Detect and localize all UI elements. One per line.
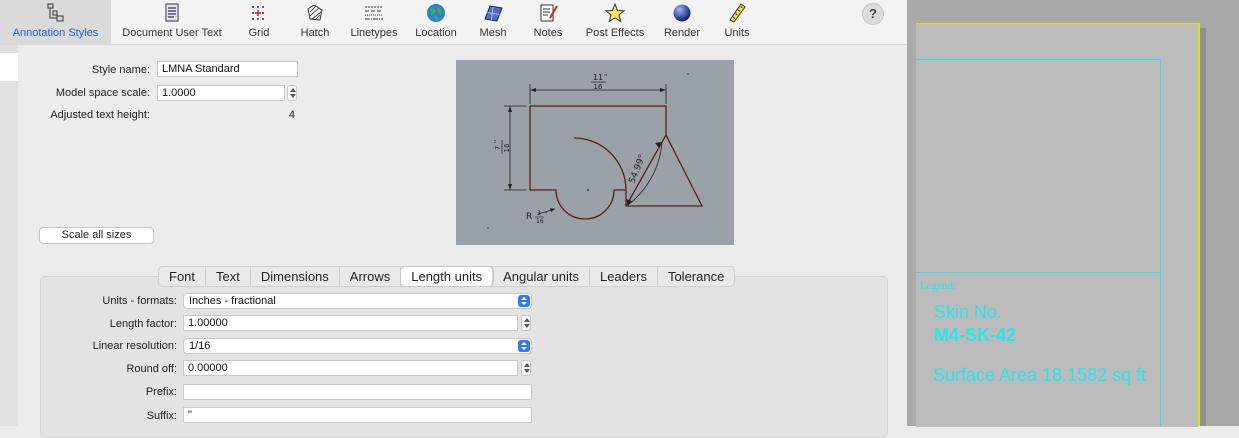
prefix-label: Prefix: bbox=[145, 386, 177, 398]
adjusted-text-height-value: 4 bbox=[288, 109, 295, 121]
preview-drawing: 11 " 16 7 " 16 54.99° R 3 16 " bbox=[487, 73, 704, 229]
skin-value: M4-SK-42 bbox=[934, 325, 1017, 345]
units-formats-value: Inches - fractional bbox=[189, 295, 276, 307]
toolbar-label: Notes bbox=[533, 27, 563, 39]
render-sphere-icon bbox=[673, 4, 691, 22]
preview-radius-den: 16 bbox=[536, 218, 544, 225]
surface-area-text: Surface Area 18.1582 sq ft bbox=[933, 365, 1147, 385]
scale-all-sizes-button[interactable]: Scale all sizes bbox=[39, 227, 154, 244]
document-user-text-icon bbox=[165, 3, 179, 22]
suffix-label: Suffix: bbox=[146, 410, 177, 422]
help-button[interactable]: ? bbox=[862, 3, 884, 25]
toolbar-location[interactable]: Location bbox=[410, 0, 462, 44]
round-off-input[interactable]: 0.00000 bbox=[183, 360, 518, 376]
suffix-input[interactable]: " bbox=[183, 407, 532, 423]
select-arrows-icon bbox=[518, 340, 530, 352]
linear-resolution-label: Linear resolution: bbox=[92, 340, 177, 352]
length-factor-input[interactable]: 1.00000 bbox=[183, 315, 518, 331]
adjusted-text-height-label: Adjusted text height: bbox=[50, 109, 150, 121]
select-arrows-icon bbox=[518, 295, 530, 307]
toolbar-annotation-styles[interactable]: Annotation Styles bbox=[0, 0, 111, 44]
toolbar-render[interactable]: Render bbox=[658, 0, 706, 44]
toolbar-label: Hatch bbox=[300, 27, 330, 39]
toolbar-label: Post Effects bbox=[585, 27, 645, 39]
tab-text[interactable]: Text bbox=[206, 267, 251, 286]
toolbar: Annotation Styles Document User Text Gri… bbox=[0, 0, 907, 45]
hatch-icon bbox=[307, 4, 323, 21]
preview-angle-label: 54.99° bbox=[628, 153, 649, 185]
legend-border bbox=[916, 272, 1161, 273]
detail-border-right bbox=[1160, 59, 1161, 426]
length-factor-stepper[interactable] bbox=[521, 315, 531, 331]
units-formats-select[interactable]: Inches - fractional bbox=[183, 293, 532, 309]
tab-leaders[interactable]: Leaders bbox=[590, 267, 658, 286]
toolbar-label: Document User Text bbox=[122, 27, 222, 39]
legend-label: Legend: bbox=[920, 280, 957, 292]
tab-dimensions[interactable]: Dimensions bbox=[251, 267, 340, 286]
preview-dim-left-num: 7 bbox=[494, 146, 502, 150]
preview-dim-left-den: 16 bbox=[503, 143, 511, 152]
preview-dim-left-unit: " bbox=[493, 140, 501, 143]
model-space-scale-input[interactable]: 1.0000 bbox=[157, 85, 285, 101]
sidebar-strip bbox=[0, 45, 18, 426]
grid-icon bbox=[252, 6, 264, 20]
units-formats-label: Units - formats: bbox=[102, 295, 177, 307]
tab-angular-units[interactable]: Angular units bbox=[493, 267, 590, 286]
paper-shadow bbox=[1200, 28, 1206, 426]
preview-radius-prefix: R bbox=[526, 212, 532, 222]
sidebar-selected-item[interactable] bbox=[0, 53, 18, 81]
linear-resolution-value: 1/16 bbox=[189, 340, 211, 352]
annotation-styles-icon bbox=[47, 3, 63, 22]
toolbar-document-user-text[interactable]: Document User Text bbox=[114, 0, 230, 44]
model-space-scale-label: Model space scale: bbox=[55, 87, 150, 99]
preview-dim-top-unit: " bbox=[604, 73, 607, 81]
linear-resolution-select[interactable]: 1/16 bbox=[183, 338, 532, 354]
preview-dim-top-num: 11 bbox=[593, 73, 603, 82]
preview-radius-unit: " bbox=[545, 211, 548, 218]
toolbar-label: Mesh bbox=[479, 27, 507, 39]
toolbar-label: Annotation Styles bbox=[12, 27, 99, 39]
skin-label: Skin No. bbox=[934, 302, 1003, 322]
tab-tolerance[interactable]: Tolerance bbox=[658, 267, 734, 286]
toolbar-label: Units bbox=[724, 27, 750, 39]
toolbar-linetypes[interactable]: Linetypes bbox=[346, 0, 402, 44]
tab-length-units[interactable]: Length units bbox=[401, 267, 494, 286]
preview-radius-num: 3 bbox=[537, 210, 541, 217]
globe-icon bbox=[427, 4, 445, 22]
notes-icon bbox=[540, 4, 558, 22]
tab-bar: Font Text Dimensions Arrows Length units… bbox=[158, 266, 736, 287]
style-name-input[interactable]: LMNA Standard bbox=[157, 61, 298, 77]
round-off-label: Round off: bbox=[126, 363, 177, 375]
prefix-input[interactable] bbox=[183, 384, 532, 400]
toolbar-mesh[interactable]: Mesh bbox=[472, 0, 514, 44]
toolbar-label: Linetypes bbox=[350, 27, 398, 39]
toolbar-label: Render bbox=[663, 27, 701, 39]
toolbar-units[interactable]: Units bbox=[718, 0, 756, 44]
length-factor-label: Length factor: bbox=[109, 318, 177, 330]
preview-dim-top-den: 16 bbox=[594, 83, 603, 91]
style-name-label: Style name: bbox=[91, 64, 150, 76]
round-off-stepper[interactable] bbox=[521, 360, 531, 376]
toolbar-hatch[interactable]: Hatch bbox=[292, 0, 338, 44]
toolbar-post-effects[interactable]: Post Effects bbox=[580, 0, 650, 44]
tab-font[interactable]: Font bbox=[159, 267, 207, 286]
toolbar-label: Location bbox=[415, 27, 457, 39]
linetypes-icon bbox=[365, 6, 383, 20]
detail-border-top bbox=[916, 59, 1161, 60]
ruler-icon bbox=[729, 3, 746, 23]
toolbar-notes[interactable]: Notes bbox=[528, 0, 568, 44]
mesh-icon bbox=[484, 5, 503, 22]
style-preview: 11 " 16 7 " 16 54.99° R 3 16 " bbox=[456, 60, 734, 245]
tab-arrows[interactable]: Arrows bbox=[340, 267, 402, 286]
toolbar-label: Grid bbox=[248, 27, 270, 39]
model-space-scale-stepper[interactable] bbox=[287, 85, 297, 101]
toolbar-grid[interactable]: Grid bbox=[236, 0, 282, 44]
star-icon bbox=[604, 3, 626, 23]
